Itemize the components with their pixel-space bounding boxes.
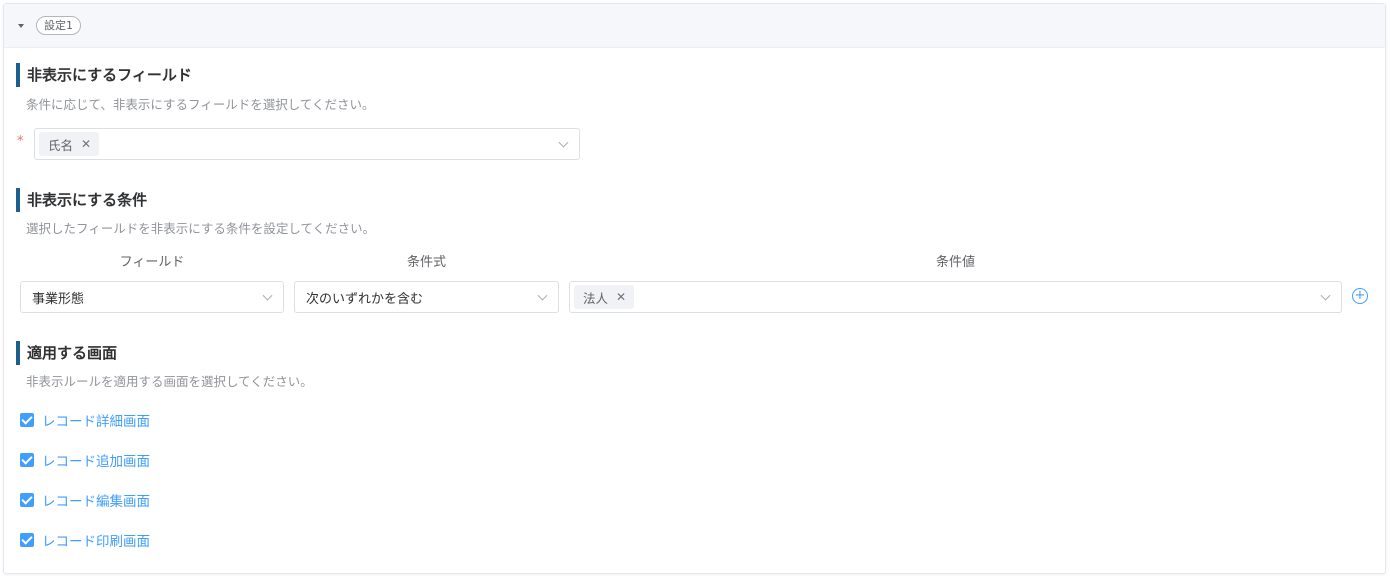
column-header-operator: 条件式 (406, 255, 446, 270)
screen-option-detail[interactable]: レコード詳細画面 (20, 410, 150, 430)
hidden-fields-description: 条件に応じて、非表示にするフィールドを選択してください。 (26, 97, 375, 112)
condition-value-chip: 法人 ✕ (574, 285, 635, 309)
chip-label: 法人 (583, 290, 609, 306)
chevron-down-icon[interactable] (558, 137, 569, 148)
chevron-down-icon[interactable] (537, 290, 548, 301)
column-header-field: フィールド (119, 255, 185, 270)
condition-description: 選択したフィールドを非表示にする条件を設定してください。 (26, 221, 376, 236)
condition-operator-value: 次のいずれかを含む (306, 291, 424, 307)
hidden-fields-select[interactable]: 氏名 ✕ (34, 128, 580, 160)
screens-title: 適用する画面 (16, 341, 117, 365)
checkbox-checked-icon[interactable] (20, 533, 34, 547)
close-icon[interactable]: ✕ (81, 137, 91, 151)
settings-tag: 設定1 (36, 16, 81, 35)
chevron-down-icon[interactable] (262, 290, 273, 301)
screen-option-label[interactable]: レコード印刷画面 (42, 530, 150, 550)
close-icon[interactable]: ✕ (616, 290, 626, 304)
required-mark: * (17, 134, 24, 149)
add-condition-icon[interactable]: + (1352, 288, 1368, 304)
panel-header[interactable]: 設定1 (4, 4, 1385, 48)
screen-option-print[interactable]: レコード印刷画面 (20, 530, 150, 550)
condition-field-value: 事業形態 (32, 291, 85, 307)
column-header-value: 条件値 (935, 255, 975, 270)
checkbox-checked-icon[interactable] (20, 453, 34, 467)
screen-option-edit[interactable]: レコード編集画面 (20, 490, 150, 510)
selected-field-chip: 氏名 ✕ (39, 132, 100, 156)
screen-option-label[interactable]: レコード詳細画面 (42, 410, 150, 430)
screen-option-add[interactable]: レコード追加画面 (20, 450, 150, 470)
caret-down-icon[interactable] (18, 23, 24, 28)
condition-operator-select[interactable]: 次のいずれかを含む (294, 281, 559, 313)
screen-option-label[interactable]: レコード編集画面 (42, 490, 150, 510)
hidden-fields-title: 非表示にするフィールド (16, 63, 192, 87)
condition-title: 非表示にする条件 (16, 188, 147, 212)
condition-field-select[interactable]: 事業形態 (20, 281, 284, 313)
screens-description: 非表示ルールを適用する画面を選択してください。 (26, 374, 313, 389)
checkbox-checked-icon[interactable] (20, 413, 34, 427)
condition-value-select[interactable]: 法人 ✕ (569, 281, 1342, 313)
chevron-down-icon[interactable] (1320, 290, 1331, 301)
chip-label: 氏名 (48, 137, 74, 153)
screen-option-label[interactable]: レコード追加画面 (42, 450, 150, 470)
checkbox-checked-icon[interactable] (20, 493, 34, 507)
